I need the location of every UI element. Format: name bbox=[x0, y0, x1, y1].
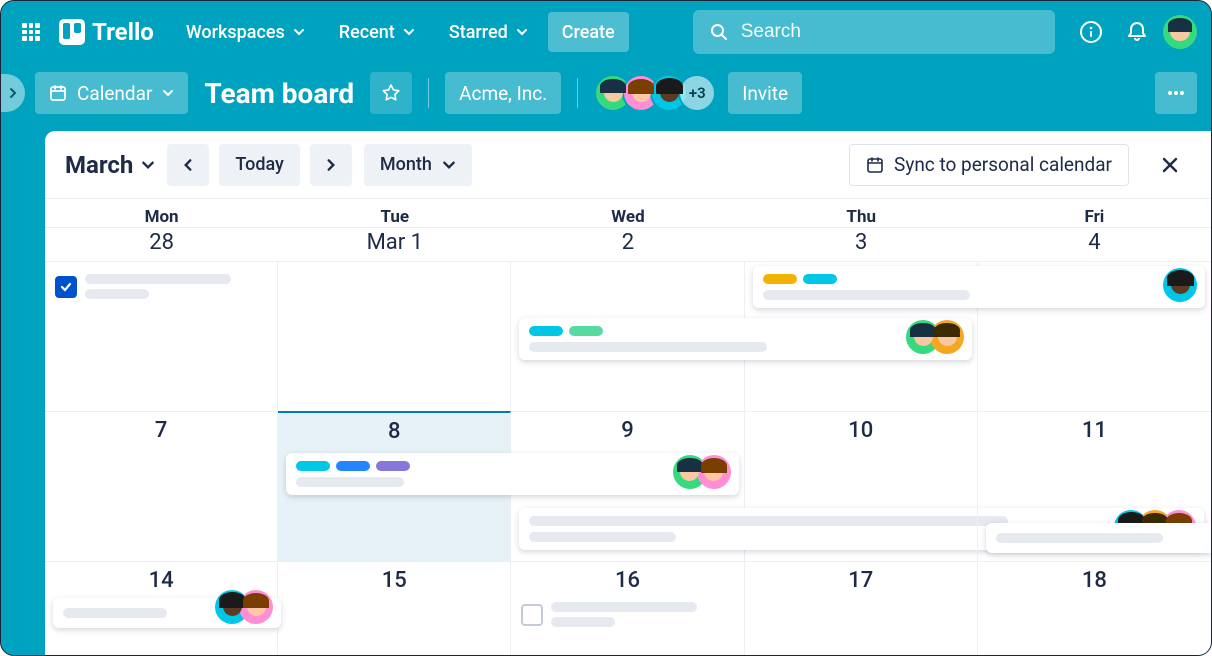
calendar-cell[interactable]: 9 bbox=[511, 411, 744, 561]
chevron-down-icon bbox=[516, 26, 528, 38]
chevron-down-icon bbox=[293, 26, 305, 38]
day-header: Fri bbox=[978, 199, 1211, 227]
date-label: 15 bbox=[278, 568, 510, 593]
workspace-button[interactable]: Acme, Inc. bbox=[445, 72, 561, 114]
calendar-cell-today[interactable]: 8 bbox=[278, 411, 511, 561]
chevron-left-icon bbox=[181, 158, 195, 172]
info-button[interactable] bbox=[1071, 12, 1111, 52]
notifications-button[interactable] bbox=[1117, 12, 1157, 52]
more-horizontal-icon bbox=[1165, 82, 1187, 104]
date-label: 3 bbox=[745, 228, 978, 261]
date-label: 28 bbox=[45, 228, 278, 261]
board-menu-button[interactable] bbox=[1155, 72, 1197, 114]
calendar-panel: March Today Month Sync to personal calen… bbox=[45, 131, 1211, 655]
date-label: 18 bbox=[978, 568, 1211, 593]
calendar-cell[interactable]: 18 bbox=[978, 561, 1211, 655]
star-board-button[interactable] bbox=[370, 72, 412, 114]
checkbox-unchecked-icon bbox=[521, 604, 543, 626]
month-picker[interactable]: March bbox=[65, 151, 155, 179]
date-label: 4 bbox=[978, 228, 1211, 261]
calendar-cell[interactable] bbox=[745, 261, 978, 411]
checkbox-checked-icon bbox=[55, 276, 77, 298]
calendar-cell[interactable] bbox=[278, 261, 511, 411]
calendar-icon bbox=[49, 84, 67, 102]
view-picker[interactable]: Month bbox=[364, 144, 472, 186]
chevron-down-icon bbox=[162, 87, 174, 99]
chevron-down-icon bbox=[403, 26, 415, 38]
search-input[interactable] bbox=[741, 21, 1039, 43]
trello-logo[interactable]: Trello bbox=[59, 18, 154, 46]
day-header: Tue bbox=[278, 199, 511, 227]
calendar-cell[interactable] bbox=[978, 261, 1211, 411]
date-label: 7 bbox=[45, 418, 277, 443]
expand-sidebar-button[interactable] bbox=[1, 74, 25, 112]
date-label: 16 bbox=[511, 568, 743, 593]
date-label: 11 bbox=[978, 418, 1211, 443]
close-button[interactable] bbox=[1149, 144, 1191, 186]
board-members[interactable]: +3 bbox=[594, 74, 716, 112]
trello-logo-icon bbox=[59, 19, 85, 45]
calendar-cell[interactable]: 17 bbox=[745, 561, 978, 655]
avatar bbox=[239, 590, 273, 624]
calendar-cell[interactable]: 14 bbox=[45, 561, 278, 655]
day-headers: Mon Tue Wed Thu Fri bbox=[45, 199, 1211, 228]
next-button[interactable] bbox=[310, 144, 352, 186]
brand-name: Trello bbox=[92, 18, 154, 46]
day-header: Mon bbox=[45, 199, 278, 227]
starred-menu[interactable]: Starred bbox=[435, 12, 542, 52]
date-label: 8 bbox=[278, 419, 510, 444]
avatar[interactable] bbox=[650, 74, 688, 112]
board-title[interactable]: Team board bbox=[204, 77, 354, 110]
search-icon bbox=[709, 22, 729, 42]
prev-button[interactable] bbox=[167, 144, 209, 186]
day-header: Wed bbox=[511, 199, 744, 227]
calendar-cell[interactable]: 10 bbox=[745, 411, 978, 561]
calendar-toolbar: March Today Month Sync to personal calen… bbox=[45, 131, 1211, 199]
view-switcher[interactable]: Calendar bbox=[35, 72, 188, 114]
chevron-right-icon bbox=[324, 158, 338, 172]
account-avatar[interactable] bbox=[1163, 15, 1197, 49]
day-header: Thu bbox=[745, 199, 978, 227]
star-icon bbox=[381, 83, 401, 103]
calendar-cell[interactable]: 16 bbox=[511, 561, 744, 655]
date-label: 17 bbox=[745, 568, 977, 593]
calendar-card[interactable] bbox=[53, 598, 281, 628]
divider bbox=[577, 78, 578, 108]
calendar-cell[interactable] bbox=[511, 261, 744, 411]
close-icon bbox=[1159, 154, 1181, 176]
date-label: 2 bbox=[511, 228, 744, 261]
calendar-cell[interactable]: 11 bbox=[978, 411, 1211, 561]
today-button[interactable]: Today bbox=[219, 144, 300, 186]
date-label: 10 bbox=[745, 418, 977, 443]
divider bbox=[428, 78, 429, 108]
recent-menu[interactable]: Recent bbox=[325, 12, 429, 52]
create-button[interactable]: Create bbox=[548, 12, 629, 52]
calendar-card[interactable] bbox=[986, 523, 1211, 553]
search-bar[interactable] bbox=[693, 10, 1055, 54]
date-label: Mar 1 bbox=[278, 228, 511, 261]
date-label: 9 bbox=[511, 418, 743, 443]
board-bar: Calendar Team board Acme, Inc. +3 Invite bbox=[1, 63, 1211, 123]
calendar-cell[interactable]: 7 bbox=[45, 411, 278, 561]
calendar-cell[interactable]: 15 bbox=[278, 561, 511, 655]
chevron-down-icon bbox=[141, 158, 155, 172]
workspaces-menu[interactable]: Workspaces bbox=[172, 12, 319, 52]
date-row: 28 Mar 1 2 3 4 bbox=[45, 228, 1211, 261]
calendar-icon bbox=[866, 156, 884, 174]
top-nav: Trello Workspaces Recent Starred Create bbox=[1, 1, 1211, 63]
sync-calendar-button[interactable]: Sync to personal calendar bbox=[849, 144, 1129, 186]
chevron-down-icon bbox=[442, 158, 456, 172]
calendar-cell[interactable] bbox=[45, 261, 278, 411]
calendar-grid: 7 8 9 bbox=[45, 261, 1211, 655]
invite-button[interactable]: Invite bbox=[728, 72, 802, 114]
app-switcher-icon[interactable] bbox=[15, 16, 47, 48]
